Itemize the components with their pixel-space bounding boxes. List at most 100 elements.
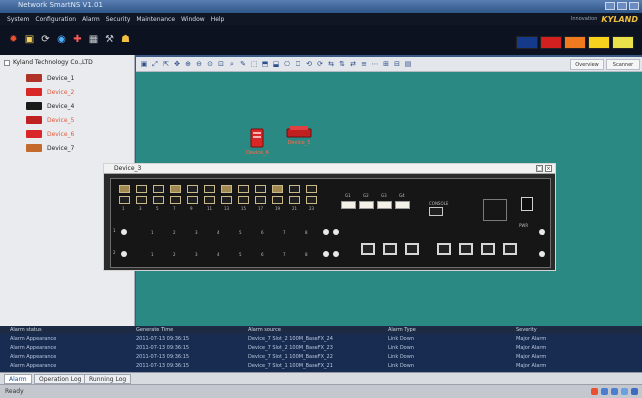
ethernet-port[interactable]	[204, 196, 215, 204]
topology-tool-icon[interactable]: ⬒	[261, 60, 269, 68]
rj45-port[interactable]	[437, 243, 451, 255]
rj45-port[interactable]	[481, 243, 495, 255]
alarm-level-indicator-2[interactable]	[540, 36, 562, 49]
menu-configuration[interactable]: Configuration	[35, 16, 76, 23]
topology-tool-icon[interactable]: ⊟	[393, 60, 401, 68]
tab-scanner[interactable]: Scanner	[606, 59, 640, 70]
ethernet-port[interactable]	[204, 185, 215, 193]
sfp-port[interactable]	[359, 201, 374, 209]
ethernet-port[interactable]	[306, 196, 317, 204]
minimize-button[interactable]	[605, 2, 615, 10]
topology-tool-icon[interactable]: ⇄	[349, 60, 357, 68]
topology-tool-icon[interactable]: ⇆	[327, 60, 335, 68]
ethernet-port[interactable]	[170, 185, 181, 193]
tree-item-device[interactable]: Device_5	[26, 114, 74, 126]
tree-item-device[interactable]: Device_7	[26, 142, 74, 154]
refresh-icon[interactable]: ⟳	[40, 34, 51, 46]
ethernet-port[interactable]	[187, 196, 198, 204]
tray-network-icon[interactable]	[601, 388, 608, 395]
col-generate-time[interactable]: Generate Time	[136, 326, 173, 334]
tray-settings-icon[interactable]	[621, 388, 628, 395]
alarm-level-indicator-5[interactable]	[612, 36, 634, 49]
expand-icon[interactable]	[4, 59, 10, 66]
table-row[interactable]: Alarm Appearance 2011-07-13 09:36:15 Devic…	[0, 363, 642, 370]
menu-maintenance[interactable]: Maintenance	[136, 16, 175, 23]
tray-alarm-icon[interactable]	[591, 388, 598, 395]
table-row[interactable]: Alarm Appearance 2011-07-13 09:36:15 Devic…	[0, 354, 642, 361]
topology-tool-icon[interactable]: ⊙	[206, 60, 214, 68]
ethernet-port[interactable]	[289, 196, 300, 204]
topology-tool-icon[interactable]: ⤢	[151, 60, 159, 68]
topology-tool-icon[interactable]: ⎔	[283, 60, 291, 68]
ethernet-port[interactable]	[153, 196, 164, 204]
tree-item-device[interactable]: Device_4	[26, 100, 74, 112]
tab-overview[interactable]: Overview	[570, 59, 604, 70]
ethernet-port[interactable]	[221, 185, 232, 193]
ethernet-port[interactable]	[221, 196, 232, 204]
sfp-port[interactable]	[395, 201, 410, 209]
table-row[interactable]: Alarm Appearance 2011-07-13 09:36:15 Devic…	[0, 345, 642, 352]
sfp-port[interactable]	[341, 201, 356, 209]
ethernet-port[interactable]	[136, 185, 147, 193]
rj45-port[interactable]	[383, 243, 397, 255]
tools-icon[interactable]: ⚒	[104, 34, 115, 46]
ethernet-port[interactable]	[119, 185, 130, 193]
ethernet-port[interactable]	[238, 185, 249, 193]
alarm-bell-icon[interactable]: ✹	[8, 34, 19, 46]
ethernet-port[interactable]	[238, 196, 249, 204]
col-severity[interactable]: Severity	[516, 326, 537, 334]
device-window-titlebar[interactable]: Device_3 □ ×	[104, 164, 555, 174]
tab-running-log[interactable]: Running Log	[84, 374, 132, 384]
col-alarm-source[interactable]: Alarm source	[248, 326, 281, 334]
rj45-port[interactable]	[405, 243, 419, 255]
col-alarm-type[interactable]: Alarm Type	[388, 326, 416, 334]
topology-tool-icon[interactable]: ✥	[173, 60, 181, 68]
menu-system[interactable]: System	[7, 16, 29, 23]
ethernet-port[interactable]	[272, 196, 283, 204]
tab-operation-log[interactable]: Operation Log	[34, 374, 87, 384]
alarm-level-indicator-3[interactable]	[564, 36, 586, 49]
topology-tool-icon[interactable]: ▤	[404, 60, 412, 68]
rj45-port[interactable]	[459, 243, 473, 255]
tree-item-device[interactable]: Device_1	[26, 72, 74, 84]
topology-tool-icon[interactable]: ⋯	[371, 60, 379, 68]
config-icon[interactable]: ✚	[72, 34, 83, 46]
ethernet-port[interactable]	[153, 185, 164, 193]
rj45-port[interactable]	[361, 243, 375, 255]
ethernet-port[interactable]	[306, 185, 317, 193]
ethernet-port[interactable]	[136, 196, 147, 204]
topology-tool-icon[interactable]: ⇅	[338, 60, 346, 68]
report-icon[interactable]: ▦	[88, 34, 99, 46]
topology-tool-icon[interactable]: ✎	[239, 60, 247, 68]
alarm-level-indicator-4[interactable]	[588, 36, 610, 49]
topology-tool-icon[interactable]: ⬓	[272, 60, 280, 68]
canvas-device-device-6[interactable]: Device_6	[246, 128, 269, 156]
lock-icon[interactable]: ▣	[24, 34, 35, 46]
tree-root[interactable]: Kyland Technology Co.,LTD	[4, 59, 93, 66]
menu-security[interactable]: Security	[106, 16, 131, 23]
menu-alarm[interactable]: Alarm	[82, 16, 100, 23]
topology-tool-icon[interactable]: ⌕	[228, 60, 236, 68]
maximize-icon[interactable]: □	[536, 165, 543, 172]
ethernet-port[interactable]	[272, 185, 283, 193]
console-port[interactable]	[429, 207, 443, 216]
ethernet-port[interactable]	[170, 196, 181, 204]
table-row[interactable]: Alarm Appearance 2011-07-13 09:36:15 Devic…	[0, 336, 642, 343]
menu-window[interactable]: Window	[181, 16, 205, 23]
topology-tool-icon[interactable]: ≡	[360, 60, 368, 68]
tray-info-icon[interactable]	[611, 388, 618, 395]
ethernet-port[interactable]	[119, 196, 130, 204]
device-panel-window[interactable]: Device_3 □ × CONSOLE PWR 3 4 13579111315…	[103, 163, 556, 271]
close-icon[interactable]: ×	[545, 165, 552, 172]
ethernet-port[interactable]	[187, 185, 198, 193]
topology-tool-icon[interactable]: ⊖	[195, 60, 203, 68]
tree-item-device[interactable]: Device_6	[26, 128, 74, 140]
ethernet-port[interactable]	[255, 185, 266, 193]
topology-tool-icon[interactable]: ⊡	[217, 60, 225, 68]
ethernet-port[interactable]	[289, 185, 300, 193]
topology-tool-icon[interactable]: ⬚	[250, 60, 258, 68]
close-button[interactable]	[629, 2, 639, 10]
col-alarm-status[interactable]: Alarm status	[10, 326, 42, 334]
tree-item-device[interactable]: Device_2	[26, 86, 74, 98]
tab-alarm[interactable]: Alarm	[4, 374, 32, 384]
